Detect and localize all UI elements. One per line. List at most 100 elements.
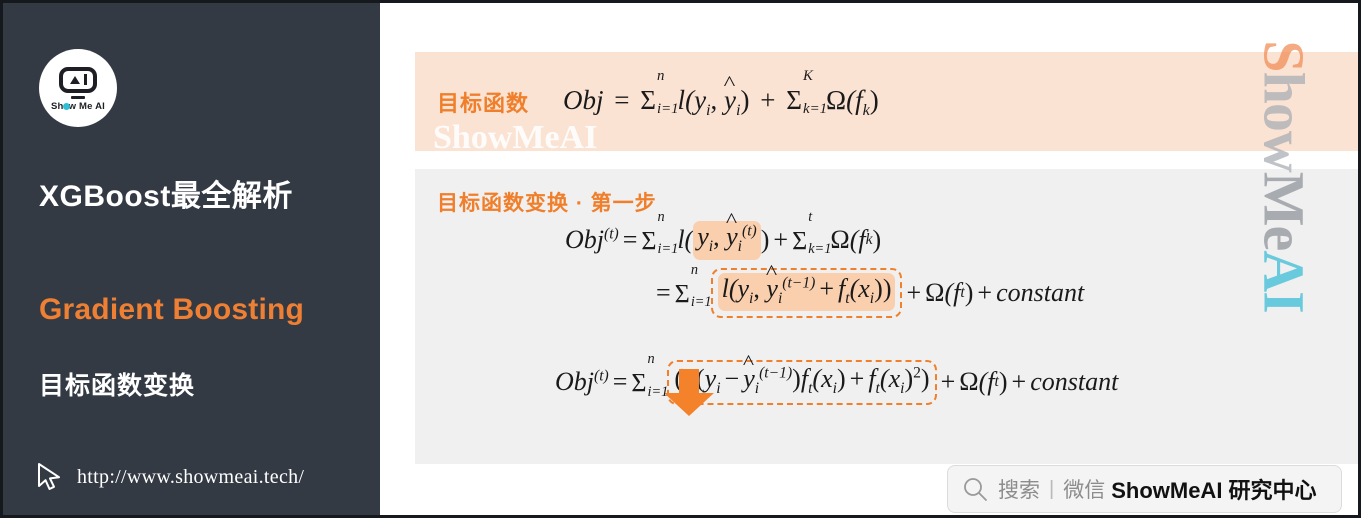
l3-yhat-sup: (t−1) [759,364,793,382]
robot-neck-icon [71,95,85,99]
l2-omega: Ω [925,277,945,307]
l3-plus-2: + [1011,367,1027,397]
l3-plus: + [940,367,956,397]
transform-panel: 目标函数变换 · 第一步 Obj(t) = Σni=1l(yi, yi(t)) … [415,169,1358,464]
l3-minus: − [724,364,740,394]
l2-sum-lower: i=1 [690,293,712,310]
l1-f-sub: k [865,231,873,249]
l3-square: 2 [913,364,921,382]
website-url[interactable]: http://www.showmeai.tech/ [77,466,304,489]
l2-yhat-sub: i [777,289,783,307]
omega-glyph: Ω [826,84,847,115]
l1-omega: Ω [830,225,850,255]
l3-close-1: ) [920,364,930,394]
l1-highlight: yi, yi(t) [693,221,761,260]
l3-lhs-sup: (t) [594,367,609,385]
l2-paren-open: ( [728,273,738,303]
f-var: f [855,84,863,115]
sidebar: Sh w Me AI XGBoost最全解析 Gradient Boosting … [3,3,380,515]
l3-om-close: ) [998,367,1008,397]
l3-summation: Σn i=1 [631,352,669,400]
sum2-upper: K [802,67,813,84]
objective-function-band: 目标函数 Obj = Σni=1l(yi, yi) + ΣKk=1Ω(fk) S… [415,52,1358,151]
l1-loss: l [677,225,685,255]
logo-dot-icon [62,102,70,110]
sum2-lower: k=1 [802,100,828,117]
showmeai-robot-logo: Sh w Me AI [39,49,117,127]
l2-paren-close: ) [882,273,892,303]
search-placeholder: 搜索 [998,479,1040,502]
l1-paren-open: ( [684,225,694,255]
l3-omega: Ω [959,367,979,397]
paren-open: ( [685,84,695,115]
l1-equals: = [622,225,638,255]
l3-f1-close: ) [836,364,846,394]
l2-plus: + [906,277,922,307]
page-title: XGBoost最全解析 [39,180,293,213]
plus-glyph: + [760,84,776,115]
l2-f-open: ( [849,273,859,303]
l2-x: x [858,273,870,303]
inline-watermark: ShowMeAI [433,119,598,151]
summation-2: Σ Kk=1 [786,69,828,117]
equation-line-3: Obj(t) = Σni=1(2(yi−yi(t−1))ft(xi)+ft(xi… [415,352,1358,405]
eq-lhs: Obj [563,84,604,115]
l2-sum-upper: n [690,261,698,278]
comma-glyph: , [710,84,718,115]
l2-inner-plus: + [819,273,834,303]
sidebar-footer: http://www.showmeai.tech/ [35,461,304,493]
yhat-var: y [724,85,736,116]
logo-text: Sh w Me AI [51,101,105,112]
l2-loss: l [721,273,729,303]
sum-lower: i=1 [656,100,679,117]
l1-y: y [697,222,709,251]
search-icon [964,478,987,501]
objective-function-label: 目标函数 [437,90,530,116]
l2-constant: constant [996,277,1085,307]
sigma-glyph-2: Σ [786,84,802,115]
logo-text-pre: Sh [51,100,64,112]
l1-yhat-sub: i [737,238,742,256]
l1-lhs: Obj [565,225,604,255]
l2-equals: = [656,277,671,307]
l3-sigma: Σ [631,368,647,398]
f-sub-k: k [862,101,870,120]
l2-highlight: l(yi, yi(t−1)+ft(xi)) [717,272,896,312]
equation-block: Obj(t) = Σni=1l(yi, yi(t)) + Σtk=1Ω(fk) … [415,210,1358,416]
l1-sum2-lower: k=1 [808,241,832,258]
l1-comma: , [713,222,720,251]
subtitle-english: Gradient Boosting [39,293,305,326]
l3-f1: f [800,364,809,394]
l1-sum-upper: n [657,209,665,226]
l3-f1-open: ( [812,364,822,394]
l2-summation: Σn i=1 [674,262,712,310]
equation-line-1: Obj(t) = Σni=1l(yi, yi(t)) + Σtk=1Ω(fk) [415,210,1358,260]
l3-x1: x [821,364,833,394]
l1-yhat-sup: (t) [742,222,757,240]
l3-yhat-sub: i [754,380,760,398]
l1-summation: Σn i=1 [641,210,678,257]
l3-om-f: f [987,367,995,397]
omega-paren-open: ( [846,84,856,115]
logo-text-post: w Me AI [68,100,105,112]
l3-f2: f [868,364,876,394]
l3-constant: constant [1030,367,1119,397]
l3-yhat: y [743,365,755,393]
l3-lhs: Obj [555,367,594,397]
loss-fn: l [677,84,686,115]
equation-line-2: = Σni=1l(yi, yi(t−1)+ft(xi)) + Ω(ft) + c… [415,262,1358,319]
l2-plus-2: + [977,277,993,307]
main-content: ShowMeAI 目标函数 Obj = Σni=1l(yi, yi) + ΣKk… [380,3,1358,515]
l2-dashed-box: l(yi, yi(t−1)+ft(xi)) [710,267,903,319]
l2-comma: , [753,273,760,303]
sum-upper: n [656,67,665,84]
l2-yhat: y [766,274,778,302]
l1-f: f [858,225,866,255]
l3-equals: = [612,367,628,397]
paren-close: ) [740,84,750,115]
l2-om-open: ( [944,277,954,307]
wechat-search-badge[interactable]: 搜索 | 微信 ShowMeAI 研究中心 [947,465,1342,513]
l3-sum-lower: i=1 [647,383,669,400]
l2-sigma: Σ [674,278,690,308]
l3-close-2: ) [792,364,801,394]
